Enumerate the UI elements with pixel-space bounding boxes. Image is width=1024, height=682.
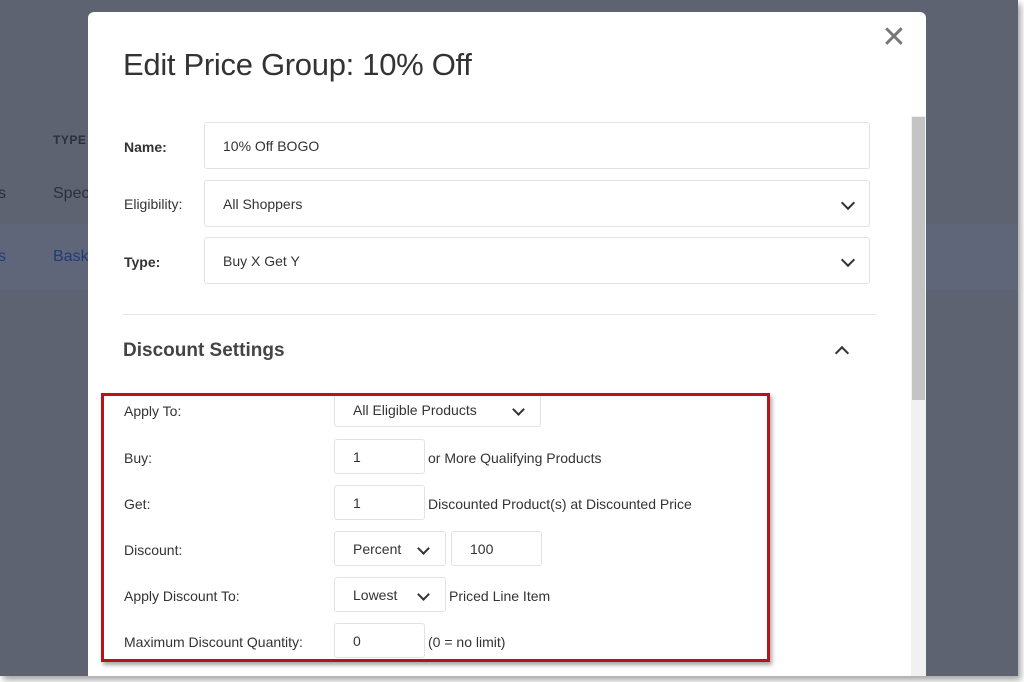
modal-scrollbar-thumb[interactable] xyxy=(912,117,925,400)
chevron-down-icon xyxy=(840,195,856,210)
type-label: Type: xyxy=(124,254,161,270)
close-icon[interactable]: ✕ xyxy=(880,23,908,53)
eligibility-label: Eligibility: xyxy=(124,196,183,212)
eligibility-select-value: All Shoppers xyxy=(223,195,303,212)
modal-title: Edit Price Group: 10% Off xyxy=(123,47,472,82)
discount-settings-title[interactable]: Discount Settings xyxy=(123,340,285,362)
chevron-down-icon xyxy=(840,252,856,267)
background-row-type-link[interactable]: Bask xyxy=(53,248,89,266)
name-input[interactable]: 10% Off BOGO xyxy=(204,122,870,169)
name-input-value: 10% Off BOGO xyxy=(223,137,320,154)
background-row-text: s xyxy=(0,248,6,265)
section-divider xyxy=(123,314,876,315)
eligibility-select[interactable]: All Shoppers xyxy=(204,180,870,227)
background-column-header: TYPE xyxy=(53,133,87,147)
type-select-value: Buy X Get Y xyxy=(223,252,300,269)
type-select[interactable]: Buy X Get Y xyxy=(204,237,870,284)
name-label: Name: xyxy=(124,139,167,155)
highlight-annotation-box xyxy=(101,393,770,662)
background-row-text: s xyxy=(0,185,6,202)
screenshot-frame: TYPE s Spec s Bask Edit Price Group: 10%… xyxy=(0,0,1018,676)
background-row-type: Spec xyxy=(53,185,90,202)
